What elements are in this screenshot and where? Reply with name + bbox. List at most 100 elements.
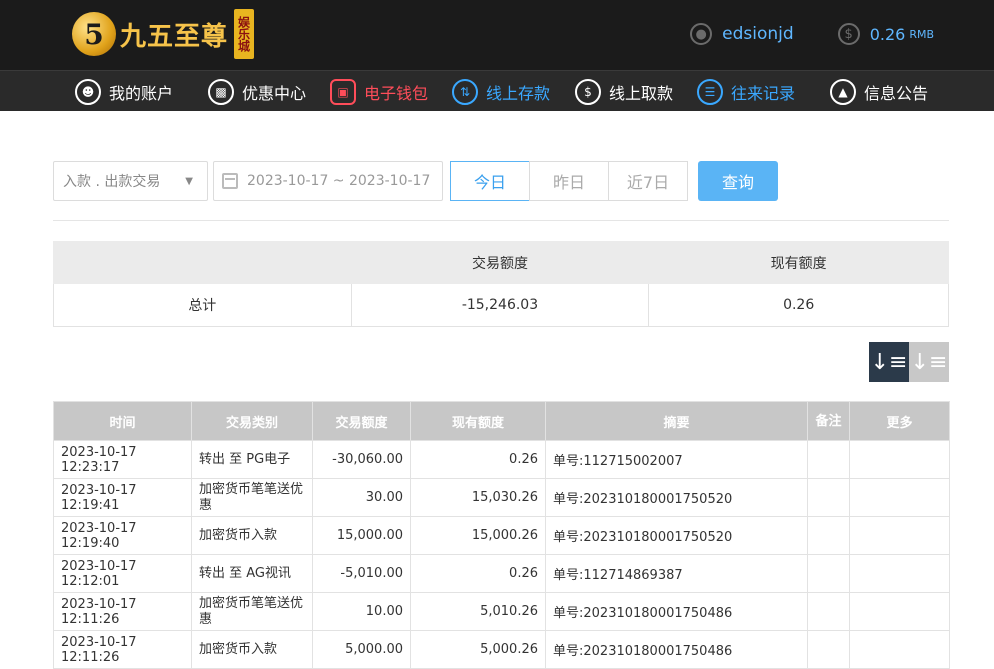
query-button[interactable]: 查询 [698, 161, 778, 201]
cell-remark [807, 516, 850, 555]
cell-more[interactable] [849, 554, 950, 593]
date-range-value: 2023-10-17 ~ 2023-10-17 [247, 173, 431, 189]
transaction-type-value: 入款 . 出款交易 [63, 174, 161, 190]
summary-total-label: 总计 [53, 283, 352, 327]
col-amount[interactable]: 交易额度 [312, 401, 411, 441]
cell-time: 2023-10-17 12:12:01 [53, 554, 192, 593]
cell-more[interactable] [849, 592, 950, 631]
main-nav: ☻ 我的账户 ▩ 优惠中心 ▣ 电子钱包 ⇅ 线上存款 $ 线上取款 ☰ 往来记… [0, 70, 994, 111]
cell-time: 2023-10-17 12:19:41 [53, 478, 192, 517]
cell-balance: 5,000.26 [410, 630, 546, 669]
col-remark: 备注 [807, 401, 850, 441]
nav-label: 电子钱包 [364, 84, 429, 103]
table-row: 2023-10-17 12:23:17 转出 至 PG电子 -30,060.00… [53, 440, 950, 479]
cell-amount: 15,000.00 [312, 516, 411, 555]
col-time[interactable]: 时间 [53, 401, 192, 441]
user-icon: ● [690, 23, 713, 45]
deposit-icon: ⇅ [452, 79, 478, 105]
cell-more[interactable] [849, 630, 950, 669]
cell-remark [807, 478, 850, 517]
cell-balance: 0.26 [410, 440, 546, 479]
cell-balance: 5,010.26 [410, 592, 546, 631]
table-header-row: 时间 交易类别 交易额度 现有额度 摘要 备注 更多 [53, 401, 950, 441]
logo-badge: 5 [72, 12, 116, 56]
top-header: 5 九五至尊 娱乐城 ● edsionjd $ 0.26 RMB [0, 0, 994, 70]
cell-type: 转出 至 PG电子 [191, 440, 313, 479]
cell-balance: 0.26 [410, 554, 546, 593]
date-range-input[interactable]: 2023-10-17 ~ 2023-10-17 [213, 161, 443, 201]
bell-icon: ▲ [830, 79, 856, 105]
nav-label: 线上存款 [486, 84, 551, 103]
yesterday-button[interactable]: 昨日 [529, 161, 609, 201]
summary-total-amount: -15,246.03 [350, 283, 650, 327]
cell-more[interactable] [849, 516, 950, 555]
cell-amount: 10.00 [312, 592, 411, 631]
nav-my-account[interactable]: ☻ 我的账户 [75, 77, 173, 107]
cell-amount: -30,060.00 [312, 440, 411, 479]
nav-online-deposit[interactable]: ⇅ 线上存款 [452, 77, 550, 107]
brand-logo[interactable]: 5 九五至尊 娱乐城 [72, 8, 255, 60]
nav-label: 往来记录 [731, 84, 796, 103]
user-circle-icon: ☻ [75, 79, 101, 105]
nav-online-withdraw[interactable]: $ 线上取款 [575, 77, 673, 107]
summary-total-balance: 0.26 [648, 283, 949, 327]
cell-more[interactable] [849, 440, 950, 479]
last-7-days-button[interactable]: 近7日 [608, 161, 688, 201]
cell-amount: 5,000.00 [312, 630, 411, 669]
divider [53, 220, 949, 221]
cell-type: 加密货币笔笔送优惠 [191, 478, 313, 517]
col-type[interactable]: 交易类别 [191, 401, 313, 441]
nav-announcements[interactable]: ▲ 信息公告 [830, 77, 928, 107]
summary-header-balance: 现有额度 [648, 241, 949, 284]
logo-text: 九五至尊 [120, 21, 229, 52]
col-more: 更多 [849, 401, 950, 441]
nav-label: 线上取款 [609, 84, 674, 103]
cell-time: 2023-10-17 12:11:26 [53, 630, 192, 669]
gift-icon: ▩ [208, 79, 234, 105]
calendar-icon [222, 173, 238, 189]
balance-value: 0.26 [869, 24, 906, 44]
nav-records[interactable]: ☰ 往来记录 [697, 77, 795, 107]
table-row: 2023-10-17 12:19:41 加密货币笔笔送优惠 30.00 15,0… [53, 478, 950, 517]
cell-time: 2023-10-17 12:19:40 [53, 516, 192, 555]
cell-summary: 单号:202310180001750520 [545, 516, 808, 555]
cell-amount: -5,010.00 [312, 554, 411, 593]
sort-descending-icon[interactable]: ↓≡ [869, 342, 909, 382]
table-row: 2023-10-17 12:11:26 加密货币入款 5,000.00 5,00… [53, 630, 950, 669]
transaction-type-select[interactable]: 入款 . 出款交易 ▼ [53, 161, 208, 201]
today-button[interactable]: 今日 [450, 161, 530, 201]
col-balance[interactable]: 现有额度 [410, 401, 546, 441]
summary-header-blank [53, 241, 352, 284]
wallet-icon: ▣ [330, 79, 356, 105]
cell-time: 2023-10-17 12:23:17 [53, 440, 192, 479]
cell-more[interactable] [849, 478, 950, 517]
sort-ascending-icon[interactable]: ↓≡ [909, 342, 949, 382]
cell-time: 2023-10-17 12:11:26 [53, 592, 192, 631]
chevron-down-icon: ▼ [185, 176, 193, 187]
nav-promotions[interactable]: ▩ 优惠中心 [208, 77, 306, 107]
cell-balance: 15,030.26 [410, 478, 546, 517]
cell-summary: 单号:112714869387 [545, 554, 808, 593]
nav-e-wallet[interactable]: ▣ 电子钱包 [330, 77, 428, 107]
sort-toggle: ↓≡ ↓≡ [869, 342, 949, 382]
cell-balance: 15,000.26 [410, 516, 546, 555]
username[interactable]: edsionjd [722, 24, 794, 44]
cell-amount: 30.00 [312, 478, 411, 517]
withdraw-icon: $ [575, 79, 601, 105]
summary-total-row: 总计 -15,246.03 0.26 [53, 283, 949, 327]
table-row: 2023-10-17 12:12:01 转出 至 AG视讯 -5,010.00 … [53, 554, 950, 593]
summary-table: 交易额度 现有额度 总计 -15,246.03 0.26 [53, 241, 949, 327]
cell-type: 加密货币入款 [191, 630, 313, 669]
cell-remark [807, 554, 850, 593]
table-row: 2023-10-17 12:19:40 加密货币入款 15,000.00 15,… [53, 516, 950, 555]
transactions-table: 时间 交易类别 交易额度 现有额度 摘要 备注 更多 2023-10-17 12… [53, 401, 950, 669]
cell-summary: 单号:202310180001750520 [545, 478, 808, 517]
summary-header-row: 交易额度 现有额度 [53, 241, 949, 284]
user-area: ● edsionjd $ 0.26 RMB [690, 20, 934, 48]
nav-label: 我的账户 [109, 84, 174, 103]
cell-summary: 单号:202310180001750486 [545, 592, 808, 631]
cell-summary: 单号:112715002007 [545, 440, 808, 479]
balance-unit: RMB [909, 27, 934, 41]
summary-header-amount: 交易额度 [350, 241, 650, 284]
cell-remark [807, 630, 850, 669]
